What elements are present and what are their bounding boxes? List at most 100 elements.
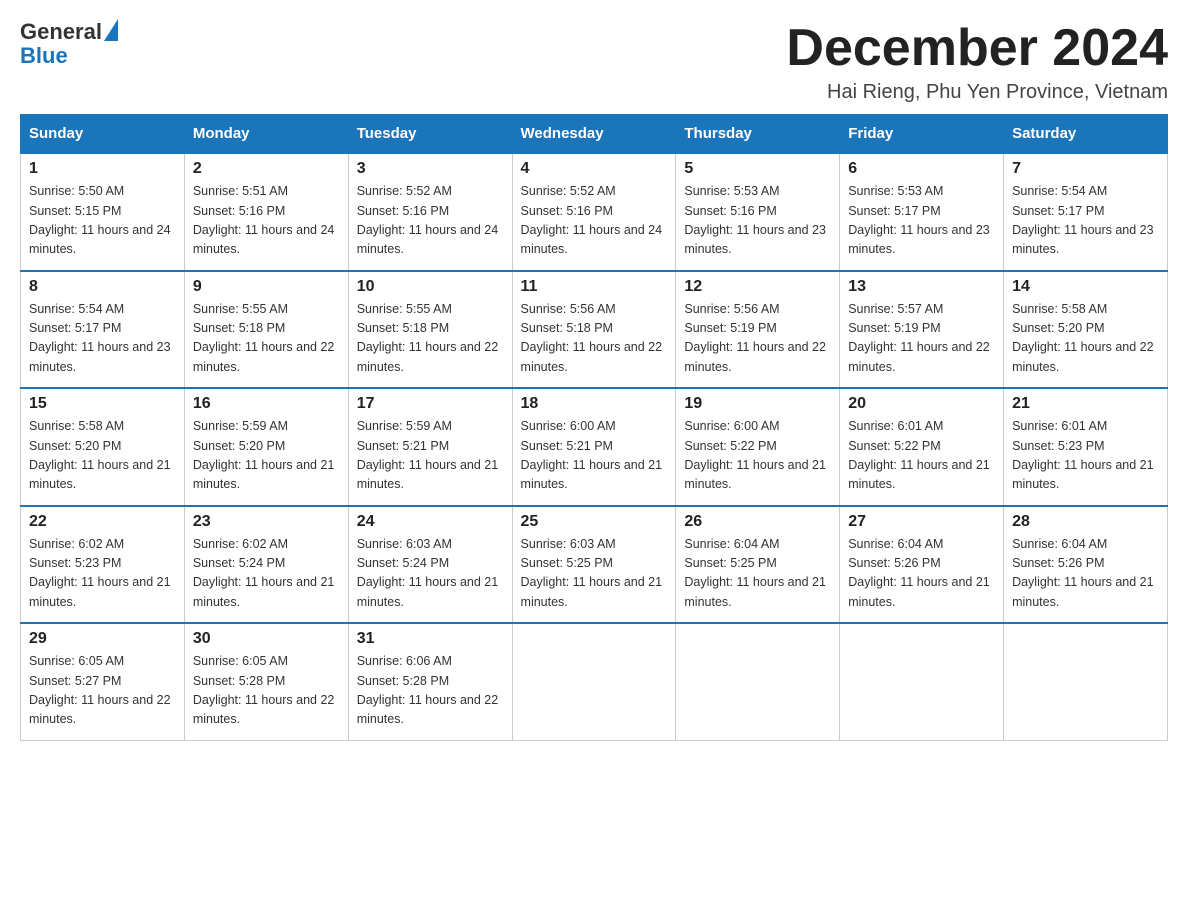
week-row-1: 1 Sunrise: 5:50 AM Sunset: 5:15 PM Dayli…: [21, 153, 1168, 271]
day-number: 13: [848, 278, 995, 296]
daylight-label: Daylight: 11 hours and 22 minutes.: [848, 340, 990, 373]
daylight-label: Daylight: 11 hours and 21 minutes.: [848, 575, 990, 608]
weekday-header-monday: Monday: [184, 115, 348, 154]
sunset-label: Sunset: 5:22 PM: [848, 439, 940, 453]
day-cell: 30 Sunrise: 6:05 AM Sunset: 5:28 PM Dayl…: [184, 623, 348, 740]
page-header: General Blue December 2024 Hai Rieng, Ph…: [20, 20, 1168, 104]
week-row-2: 8 Sunrise: 5:54 AM Sunset: 5:17 PM Dayli…: [21, 271, 1168, 389]
sunset-label: Sunset: 5:19 PM: [684, 321, 776, 335]
daylight-label: Daylight: 11 hours and 22 minutes.: [357, 693, 499, 726]
sunset-label: Sunset: 5:15 PM: [29, 204, 121, 218]
day-cell: 8 Sunrise: 5:54 AM Sunset: 5:17 PM Dayli…: [21, 271, 185, 389]
daylight-label: Daylight: 11 hours and 23 minutes.: [848, 223, 990, 256]
day-number: 28: [1012, 513, 1159, 531]
daylight-label: Daylight: 11 hours and 21 minutes.: [848, 458, 990, 491]
day-cell: 17 Sunrise: 5:59 AM Sunset: 5:21 PM Dayl…: [348, 388, 512, 506]
sunrise-label: Sunrise: 6:04 AM: [848, 537, 943, 551]
daylight-label: Daylight: 11 hours and 21 minutes.: [1012, 458, 1154, 491]
sunrise-label: Sunrise: 6:03 AM: [521, 537, 616, 551]
week-row-4: 22 Sunrise: 6:02 AM Sunset: 5:23 PM Dayl…: [21, 506, 1168, 624]
sunset-label: Sunset: 5:17 PM: [1012, 204, 1104, 218]
day-cell: 25 Sunrise: 6:03 AM Sunset: 5:25 PM Dayl…: [512, 506, 676, 624]
sunrise-label: Sunrise: 5:53 AM: [684, 184, 779, 198]
day-info: Sunrise: 5:52 AM Sunset: 5:16 PM Dayligh…: [521, 182, 668, 260]
day-cell: 24 Sunrise: 6:03 AM Sunset: 5:24 PM Dayl…: [348, 506, 512, 624]
sunrise-label: Sunrise: 6:00 AM: [521, 419, 616, 433]
day-number: 23: [193, 513, 340, 531]
sunrise-label: Sunrise: 5:50 AM: [29, 184, 124, 198]
sunset-label: Sunset: 5:23 PM: [1012, 439, 1104, 453]
logo-blue: Blue: [20, 44, 118, 68]
day-number: 27: [848, 513, 995, 531]
day-info: Sunrise: 5:59 AM Sunset: 5:21 PM Dayligh…: [357, 417, 504, 495]
sunset-label: Sunset: 5:20 PM: [1012, 321, 1104, 335]
daylight-label: Daylight: 11 hours and 22 minutes.: [357, 340, 499, 373]
sunset-label: Sunset: 5:22 PM: [684, 439, 776, 453]
daylight-label: Daylight: 11 hours and 23 minutes.: [684, 223, 826, 256]
day-number: 16: [193, 395, 340, 413]
day-number: 6: [848, 160, 995, 178]
day-info: Sunrise: 5:54 AM Sunset: 5:17 PM Dayligh…: [29, 300, 176, 378]
day-info: Sunrise: 5:55 AM Sunset: 5:18 PM Dayligh…: [357, 300, 504, 378]
day-info: Sunrise: 5:58 AM Sunset: 5:20 PM Dayligh…: [29, 417, 176, 495]
daylight-label: Daylight: 11 hours and 21 minutes.: [1012, 575, 1154, 608]
sunrise-label: Sunrise: 6:06 AM: [357, 654, 452, 668]
day-number: 30: [193, 630, 340, 648]
sunrise-label: Sunrise: 5:58 AM: [29, 419, 124, 433]
sunset-label: Sunset: 5:28 PM: [357, 674, 449, 688]
day-cell: 29 Sunrise: 6:05 AM Sunset: 5:27 PM Dayl…: [21, 623, 185, 740]
sunset-label: Sunset: 5:23 PM: [29, 556, 121, 570]
weekday-header-sunday: Sunday: [21, 115, 185, 154]
day-info: Sunrise: 6:01 AM Sunset: 5:22 PM Dayligh…: [848, 417, 995, 495]
day-info: Sunrise: 6:02 AM Sunset: 5:23 PM Dayligh…: [29, 535, 176, 613]
day-info: Sunrise: 6:03 AM Sunset: 5:24 PM Dayligh…: [357, 535, 504, 613]
day-cell: 10 Sunrise: 5:55 AM Sunset: 5:18 PM Dayl…: [348, 271, 512, 389]
logo-triangle-icon: [104, 19, 118, 41]
day-cell: 1 Sunrise: 5:50 AM Sunset: 5:15 PM Dayli…: [21, 153, 185, 271]
day-info: Sunrise: 5:55 AM Sunset: 5:18 PM Dayligh…: [193, 300, 340, 378]
day-cell: 5 Sunrise: 5:53 AM Sunset: 5:16 PM Dayli…: [676, 153, 840, 271]
day-cell: 18 Sunrise: 6:00 AM Sunset: 5:21 PM Dayl…: [512, 388, 676, 506]
day-info: Sunrise: 6:06 AM Sunset: 5:28 PM Dayligh…: [357, 652, 504, 730]
sunrise-label: Sunrise: 5:53 AM: [848, 184, 943, 198]
day-number: 22: [29, 513, 176, 531]
sunset-label: Sunset: 5:28 PM: [193, 674, 285, 688]
daylight-label: Daylight: 11 hours and 21 minutes.: [521, 575, 663, 608]
sunrise-label: Sunrise: 5:54 AM: [29, 302, 124, 316]
day-number: 31: [357, 630, 504, 648]
day-number: 11: [521, 278, 668, 296]
day-info: Sunrise: 6:05 AM Sunset: 5:28 PM Dayligh…: [193, 652, 340, 730]
day-info: Sunrise: 5:51 AM Sunset: 5:16 PM Dayligh…: [193, 182, 340, 260]
day-cell: 31 Sunrise: 6:06 AM Sunset: 5:28 PM Dayl…: [348, 623, 512, 740]
day-number: 4: [521, 160, 668, 178]
sunrise-label: Sunrise: 6:01 AM: [1012, 419, 1107, 433]
weekday-header-saturday: Saturday: [1004, 115, 1168, 154]
day-cell: 2 Sunrise: 5:51 AM Sunset: 5:16 PM Dayli…: [184, 153, 348, 271]
calendar-table: SundayMondayTuesdayWednesdayThursdayFrid…: [20, 114, 1168, 741]
day-info: Sunrise: 6:00 AM Sunset: 5:22 PM Dayligh…: [684, 417, 831, 495]
day-cell: 13 Sunrise: 5:57 AM Sunset: 5:19 PM Dayl…: [840, 271, 1004, 389]
day-cell: [840, 623, 1004, 740]
day-number: 18: [521, 395, 668, 413]
sunrise-label: Sunrise: 6:00 AM: [684, 419, 779, 433]
sunrise-label: Sunrise: 5:51 AM: [193, 184, 288, 198]
day-info: Sunrise: 5:56 AM Sunset: 5:18 PM Dayligh…: [521, 300, 668, 378]
weekday-header-tuesday: Tuesday: [348, 115, 512, 154]
sunset-label: Sunset: 5:26 PM: [848, 556, 940, 570]
weekday-header-row: SundayMondayTuesdayWednesdayThursdayFrid…: [21, 115, 1168, 154]
sunrise-label: Sunrise: 6:04 AM: [684, 537, 779, 551]
daylight-label: Daylight: 11 hours and 21 minutes.: [357, 575, 499, 608]
sunrise-label: Sunrise: 5:56 AM: [521, 302, 616, 316]
sunrise-label: Sunrise: 5:59 AM: [193, 419, 288, 433]
day-cell: 15 Sunrise: 5:58 AM Sunset: 5:20 PM Dayl…: [21, 388, 185, 506]
day-number: 5: [684, 160, 831, 178]
daylight-label: Daylight: 11 hours and 21 minutes.: [684, 575, 826, 608]
day-cell: 20 Sunrise: 6:01 AM Sunset: 5:22 PM Dayl…: [840, 388, 1004, 506]
day-number: 25: [521, 513, 668, 531]
day-cell: 9 Sunrise: 5:55 AM Sunset: 5:18 PM Dayli…: [184, 271, 348, 389]
day-info: Sunrise: 5:52 AM Sunset: 5:16 PM Dayligh…: [357, 182, 504, 260]
sunrise-label: Sunrise: 5:55 AM: [193, 302, 288, 316]
sunset-label: Sunset: 5:16 PM: [357, 204, 449, 218]
sunrise-label: Sunrise: 5:59 AM: [357, 419, 452, 433]
day-cell: 22 Sunrise: 6:02 AM Sunset: 5:23 PM Dayl…: [21, 506, 185, 624]
